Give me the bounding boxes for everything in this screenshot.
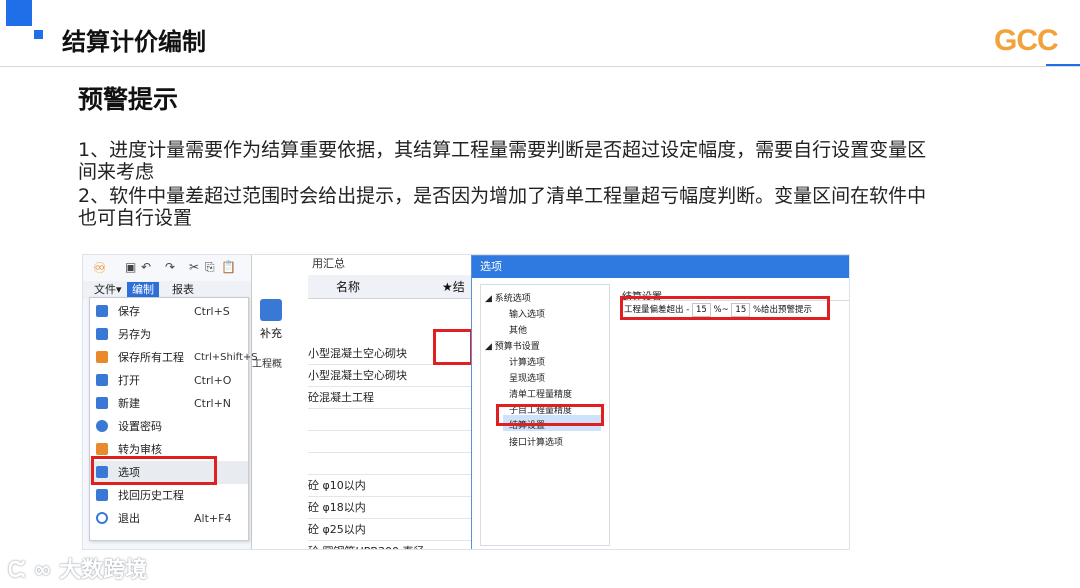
paragraph-2-line-1: 2、软件中量差超过范围时会给出提示，是否因为增加了清单工程量超亏幅度判断。变量区… (78, 185, 927, 207)
section-subtitle: 预警提示 (78, 85, 179, 114)
supplement-icon[interactable] (260, 299, 282, 321)
paragraph-1-line-1: 1、进度计量需要作为结算重要依据，其结算工程量需要判断是否超过设定幅度，需要自行… (78, 139, 927, 161)
collapse-icon: ◢ (485, 342, 495, 352)
highlight-grid-cell (433, 329, 473, 365)
menu-tab-file[interactable]: 文件▾ (89, 282, 127, 298)
col-header-star: ★结 (442, 280, 465, 294)
supplement-label: 补充 (260, 327, 282, 340)
menu-item-exit[interactable]: 退出 Alt+F4 (90, 507, 248, 530)
tree-item-bill-precision[interactable]: 清单工程量精度 (509, 387, 572, 400)
save-quick-icon[interactable]: ▣ (125, 260, 136, 274)
app-logo-icon: ♾ (93, 259, 107, 277)
watermark-logo-icon: ᙅ ∞ (8, 558, 60, 583)
copy-icon[interactable]: ⎘ (205, 260, 215, 275)
table-row[interactable]: 砼混凝土工程 (308, 387, 472, 409)
menu-item-set-password[interactable]: 设置密码 (90, 415, 248, 438)
paragraph-2-line-2: 也可自行设置 (78, 207, 193, 229)
highlight-options-item (91, 456, 217, 485)
table-row[interactable]: 小型混凝土空心砌块 (308, 365, 472, 387)
table-row[interactable] (308, 453, 472, 475)
paste-icon[interactable]: 📋 (221, 260, 236, 274)
menu-item-save[interactable]: 保存 Ctrl+S (90, 300, 248, 323)
folder-icon (96, 374, 108, 386)
bill-grid: 用汇总 补充 工程概 名称 ★结 小型混凝土空心砌块 小型混凝土空心砌块 砼混凝… (251, 255, 472, 549)
tree-item-budget[interactable]: ◢ 预算书设置 (485, 339, 540, 352)
header-accent-dot (34, 30, 43, 39)
tree-item-system[interactable]: ◢ 系统选项 (485, 291, 531, 304)
options-dialog: 选项 ✕ ◢ 系统选项 输入选项 其他 ◢ 预算书设置 计算选项 呈现选项 清单… (471, 255, 849, 549)
menu-item-save-as[interactable]: 另存为 (90, 323, 248, 346)
lock-icon (96, 420, 108, 432)
menu-item-open[interactable]: 打开 Ctrl+O (90, 369, 248, 392)
audit-icon (96, 443, 108, 455)
table-row[interactable]: 砼 φ10以内 (308, 475, 472, 497)
menu-tab-report[interactable]: 报表 (167, 282, 199, 298)
table-row[interactable] (308, 431, 472, 453)
collapse-icon: ◢ (485, 294, 495, 304)
new-file-icon (96, 397, 108, 409)
highlight-settlement-item (496, 404, 604, 426)
tree-item-calc[interactable]: 计算选项 (509, 355, 545, 368)
tree-item-input[interactable]: 输入选项 (509, 307, 545, 320)
table-row[interactable]: 砼 φ25以内 (308, 519, 472, 541)
file-menu-dropdown: 保存 Ctrl+S 另存为 保存所有工程 Ctrl+Shift+S 打开 Ctr… (89, 297, 258, 541)
watermark: ᙅ ∞ 大数跨境 (8, 558, 148, 583)
grid-header: 名称 ★结 (308, 275, 472, 299)
cut-icon[interactable]: ✂ (189, 260, 199, 274)
save-as-icon (96, 328, 108, 340)
menu-tab-edit[interactable]: 编制 (127, 282, 159, 298)
software-screenshot: ♾ ▣ ↶ ↷ ✂ ⎘ 📋 文件▾ 编制 报表 用汇总 补充 工程概 名称 ★结… (82, 254, 850, 550)
dialog-title: 选项 (472, 256, 849, 278)
menu-item-save-all[interactable]: 保存所有工程 Ctrl+Shift+S (90, 346, 258, 369)
page-title: 结算计价编制 (62, 28, 206, 56)
menu-item-history[interactable]: 找回历史工程 (90, 484, 248, 507)
save-all-icon (96, 351, 108, 363)
summary-tab[interactable]: 用汇总 (312, 255, 345, 273)
header-divider (0, 66, 1080, 67)
header-accent-square (6, 0, 32, 26)
paragraph-1-line-2: 间来考虑 (78, 161, 155, 183)
menu-item-new[interactable]: 新建 Ctrl+N (90, 392, 248, 415)
tree-item-other[interactable]: 其他 (509, 323, 527, 336)
redo-icon[interactable]: ↷ (165, 260, 175, 274)
gcc-logo: GCC (994, 24, 1059, 57)
table-row[interactable]: 砼 圆钢筋HPB300 直径 (308, 541, 472, 549)
tree-item-interface[interactable]: 接口计算选项 (509, 435, 563, 448)
col-header-name: 名称 (336, 280, 361, 294)
history-icon (96, 489, 108, 501)
undo-icon[interactable]: ↶ (141, 260, 151, 274)
tree-item-display[interactable]: 呈现选项 (509, 371, 545, 384)
table-row[interactable] (308, 409, 472, 431)
power-icon (96, 512, 108, 524)
highlight-deviation-setting (620, 296, 830, 320)
save-icon (96, 305, 108, 317)
table-row[interactable]: 砼 φ18以内 (308, 497, 472, 519)
